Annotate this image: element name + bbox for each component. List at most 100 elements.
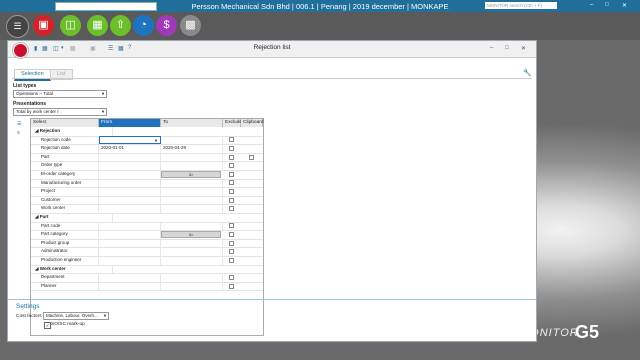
settings-divider (8, 299, 536, 300)
clipboard-checkbox[interactable] (249, 154, 254, 160)
exclude-checkbox[interactable] (229, 223, 234, 229)
from-input[interactable] (99, 281, 161, 291)
window-close-icon[interactable]: ✕ (521, 45, 526, 52)
minimize-icon[interactable]: – (590, 2, 593, 8)
to-input[interactable] (161, 221, 223, 231)
window-title: Rejection list (253, 44, 291, 51)
select-values-button[interactable]: 3> (161, 231, 221, 238)
from-input[interactable] (99, 187, 161, 196)
close-icon[interactable]: ✕ (622, 2, 627, 9)
from-input[interactable]: ▼ (99, 135, 161, 145)
from-input[interactable] (99, 256, 161, 265)
exclude-checkbox[interactable] (229, 231, 234, 237)
reports-app-icon[interactable]: ◔ (133, 15, 154, 36)
exclude-checkbox[interactable] (229, 240, 234, 246)
from-input[interactable] (99, 170, 161, 179)
to-input[interactable] (161, 256, 223, 265)
window-minimize-icon[interactable]: – (490, 45, 493, 51)
column-header-to[interactable]: To (161, 119, 223, 127)
column-header-exclude[interactable]: Exclude (223, 119, 242, 127)
title-bar: Persson Mechanical Sdn Bhd | 006.1 | Pen… (0, 0, 640, 12)
markup-checkbox[interactable]: ✓ (44, 322, 51, 329)
select-values-button[interactable]: 3> (161, 171, 221, 178)
to-input[interactable] (161, 204, 223, 213)
expand-all-icon[interactable]: ≡ (17, 130, 20, 136)
to-input[interactable]: 2020-04-29 (161, 144, 223, 153)
presentations-label: Presentations (13, 101, 47, 107)
list-types-value: Operations -- Total (16, 91, 53, 96)
from-input[interactable] (99, 195, 161, 205)
global-search-input[interactable]: MONITOR search (Ctrl + F) (485, 2, 557, 9)
group-name: Rejection (39, 128, 60, 133)
exclude-checkbox[interactable] (229, 145, 234, 151)
exclude-checkbox[interactable] (229, 137, 234, 143)
table-row[interactable]: Planner (31, 281, 263, 292)
from-input[interactable] (99, 273, 161, 282)
row-label: Part category (31, 230, 99, 239)
finance-app-icon[interactable]: $ (156, 15, 177, 36)
group-label: ◢ Rejection (33, 127, 113, 136)
list-types-select[interactable]: Operations -- Total ▼ (13, 90, 107, 98)
maximize-icon[interactable]: □ (605, 2, 609, 8)
to-input[interactable] (161, 187, 223, 196)
to-input[interactable] (161, 273, 223, 282)
sales-app-icon[interactable]: ▣ (33, 15, 54, 36)
wrench-icon[interactable]: 🔧 (523, 69, 532, 77)
column-header-from[interactable]: From (99, 119, 161, 127)
from-input[interactable] (99, 152, 161, 162)
to-input[interactable] (161, 247, 223, 256)
row-label: Product group (31, 238, 99, 248)
to-input[interactable] (161, 161, 223, 170)
row-label: M-order category (31, 170, 99, 179)
from-input[interactable] (99, 221, 161, 231)
tab-selection[interactable]: Selection (14, 69, 51, 81)
exclude-checkbox[interactable] (229, 197, 234, 203)
exclude-checkbox[interactable] (229, 274, 234, 280)
to-input[interactable] (161, 135, 223, 145)
row-label: Planner (31, 281, 99, 291)
hamburger-menu-icon[interactable]: ☰ (6, 15, 29, 38)
to-input[interactable] (161, 281, 223, 291)
column-header-select[interactable]: Select (31, 119, 99, 127)
purchase-app-icon[interactable]: ◫ (60, 15, 81, 36)
system-app-icon[interactable]: ▩ (180, 15, 201, 36)
from-input[interactable] (99, 204, 161, 213)
inventory-app-icon[interactable]: ▦ (87, 15, 108, 36)
g5-logo: G5 (575, 322, 600, 342)
to-input[interactable] (161, 178, 223, 188)
from-input[interactable] (99, 238, 161, 248)
exclude-checkbox[interactable] (229, 180, 234, 186)
column-header-clipboard[interactable]: Clipboard (241, 119, 264, 127)
production-app-icon[interactable]: ⇧ (110, 15, 131, 36)
chevron-down-icon: ▼ (103, 313, 107, 318)
cost-factors-select[interactable]: Machine, Labour, Overh... ▼ (43, 312, 109, 320)
presentations-select[interactable]: Total by work center / ▼ (13, 108, 107, 116)
from-input[interactable] (99, 161, 161, 170)
row-label: Manufacturing order (31, 178, 99, 188)
exclude-checkbox[interactable] (229, 257, 234, 263)
from-input[interactable] (99, 247, 161, 256)
to-input[interactable] (161, 195, 223, 205)
group-label: ◢ Part (33, 213, 113, 222)
exclude-checkbox[interactable] (229, 163, 234, 169)
from-input[interactable] (99, 230, 161, 239)
row-label: Part (31, 152, 99, 162)
tab-divider (12, 78, 532, 79)
collapse-all-icon[interactable]: ☰ (17, 121, 21, 127)
row-label: Customer (31, 195, 99, 205)
from-input[interactable] (99, 178, 161, 188)
window-maximize-icon[interactable]: □ (505, 45, 509, 51)
exclude-checkbox[interactable] (229, 283, 234, 289)
exclude-checkbox[interactable] (229, 171, 234, 177)
row-label: Administrator (31, 247, 99, 256)
exclude-checkbox[interactable] (229, 188, 234, 194)
exclude-checkbox[interactable] (229, 206, 234, 212)
exclude-checkbox[interactable] (229, 249, 234, 255)
to-input[interactable] (161, 152, 223, 162)
from-input[interactable]: 2020-01-01 (99, 144, 161, 153)
row-label: Department (31, 273, 99, 282)
markup-label: SO/SC mark-up (51, 322, 85, 327)
row-label: Project (31, 187, 99, 196)
to-input[interactable] (161, 238, 223, 248)
exclude-checkbox[interactable] (229, 154, 234, 160)
